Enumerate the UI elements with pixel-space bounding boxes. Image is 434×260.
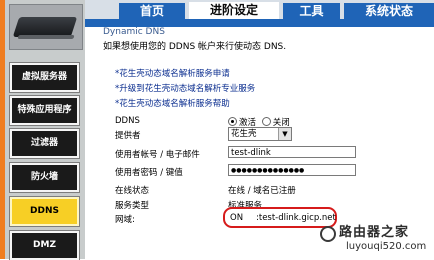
watermark-url: luyouqi520.com (346, 241, 427, 252)
provider-select[interactable]: 花生壳 ▼ (228, 127, 292, 141)
router-base-icon (17, 35, 75, 39)
password-input[interactable]: ●●●●●●●●●●●●●● (228, 164, 356, 176)
router-image (9, 4, 83, 50)
ddns-disable-radio[interactable] (261, 117, 271, 126)
provider-select-value: 花生壳 (231, 129, 257, 139)
domain-label: 网域: (115, 215, 135, 225)
sidebar-item-special-app[interactable]: 特殊应用程序 (10, 96, 79, 125)
ddns-label: DDNS (115, 116, 140, 126)
provider-label: 提供者 (115, 131, 141, 141)
sidebar-item-ddns[interactable]: DDNS (10, 197, 79, 226)
router-device-icon (12, 17, 78, 37)
account-label: 使用者帐号 / 电子邮件 (115, 150, 200, 160)
password-label: 使用者密码 / 键值 (115, 168, 183, 178)
domain-status: ON (230, 213, 244, 223)
watermark-logo-icon (320, 226, 336, 242)
link-apply-service[interactable]: *花生壳动态域名解析服务申请 (115, 67, 230, 79)
domain-value: :test-dlink.gicp.net (256, 213, 336, 223)
tab-tools[interactable]: 工具 (283, 3, 340, 19)
tab-bar: 首页 进阶设定 工具 系统状态 (85, 0, 434, 19)
tab-status[interactable]: 系统状态 (344, 3, 434, 19)
ddns-enable-radio[interactable] (228, 117, 237, 126)
sidebar: 虚拟服务器 特殊应用程序 过滤器 防火墙 DDNS DMZ (5, 0, 85, 260)
tab-advanced[interactable]: 进阶设定 (189, 2, 279, 19)
sidebar-item-dmz[interactable]: DMZ (10, 231, 79, 260)
link-upgrade-service[interactable]: *升级到花生壳动态域名解析专业服务 (115, 82, 255, 94)
sidebar-item-firewall[interactable]: 防火墙 (10, 163, 79, 192)
account-input[interactable]: test-dlink (228, 146, 356, 158)
link-service-help[interactable]: *花生壳动态域名解析服务帮助 (115, 97, 230, 109)
sidebar-item-filter[interactable]: 过滤器 (10, 129, 79, 158)
watermark-text: 路由器之家 (339, 225, 410, 240)
intro-text: 如果想使用您的 DDNS 帐户来行使动态 DNS. (103, 42, 287, 52)
service-type-label: 服务类型 (115, 201, 150, 211)
online-status-value: 在线 / 域名已注册 (228, 186, 296, 196)
sidebar-item-virtual-server[interactable]: 虚拟服务器 (10, 63, 79, 92)
chevron-down-icon[interactable]: ▼ (278, 128, 291, 140)
tab-home[interactable]: 首页 (119, 3, 185, 19)
tab-underline-bar (85, 19, 434, 27)
section-title: Dynamic DNS (103, 27, 165, 37)
online-status-label: 在线状态 (115, 186, 150, 196)
